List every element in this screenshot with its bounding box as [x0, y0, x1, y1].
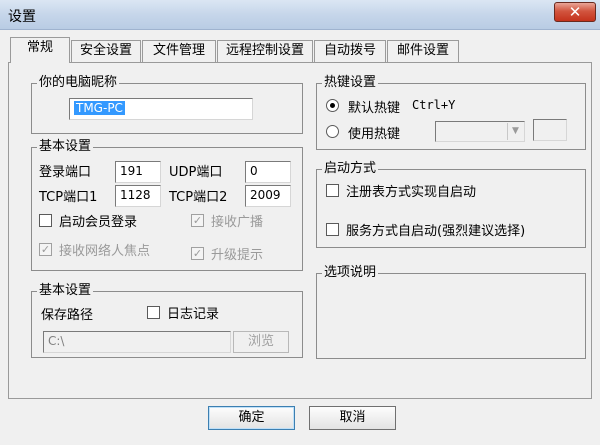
tab-security[interactable]: 安全设置: [71, 40, 141, 62]
receive-network-checkbox[interactable]: ✓: [39, 243, 52, 256]
close-icon: ✕: [568, 3, 582, 21]
tab-mail-settings[interactable]: 邮件设置: [387, 40, 459, 62]
udp-port-input[interactable]: 0: [245, 161, 291, 183]
nickname-value: TMG-PC: [74, 101, 125, 115]
tab-panel-general: 你的电脑昵称 TMG-PC 基本设置 登录端口 191 UDP端口 0 TCP端…: [8, 62, 592, 399]
basic-log-legend: 基本设置: [37, 283, 94, 298]
receive-broadcast-label: 接收广播: [211, 215, 264, 230]
title-bar: [0, 0, 600, 30]
tab-auto-dial[interactable]: 自动拨号: [314, 40, 386, 62]
default-hotkey-radio[interactable]: [326, 99, 339, 112]
save-path-input[interactable]: C:\: [43, 331, 231, 353]
login-port-label: 登录端口: [39, 165, 92, 180]
default-hotkey-value: Ctrl+Y: [412, 98, 456, 112]
options-legend: 选项说明: [322, 265, 379, 280]
tcp-port-1-input[interactable]: 1128: [115, 185, 161, 207]
upgrade-hint-checkbox[interactable]: ✓: [191, 247, 204, 260]
service-startup-checkbox[interactable]: [326, 223, 339, 236]
registry-startup-checkbox[interactable]: [326, 184, 339, 197]
member-login-label: 启动会员登录: [59, 215, 138, 230]
default-hotkey-label: 默认热键: [348, 101, 401, 116]
custom-hotkey-label: 使用热键: [348, 127, 401, 142]
tab-file-management[interactable]: 文件管理: [142, 40, 216, 62]
registry-startup-label: 注册表方式实现自启动: [346, 185, 477, 200]
save-path-label: 保存路径: [41, 308, 94, 323]
cancel-button[interactable]: 取消: [309, 406, 396, 430]
hotkey-select[interactable]: ▼: [435, 121, 525, 142]
hotkey-legend: 热键设置: [322, 75, 379, 90]
nickname-legend: 你的电脑昵称: [37, 75, 120, 90]
hotkey-key-input[interactable]: [533, 119, 567, 141]
custom-hotkey-radio[interactable]: [326, 125, 339, 138]
udp-port-label: UDP端口: [169, 165, 223, 180]
basic-ports-legend: 基本设置: [37, 139, 94, 154]
tab-general[interactable]: 常规: [10, 37, 70, 63]
log-checkbox[interactable]: [147, 306, 160, 319]
receive-network-label: 接收网络人焦点: [59, 244, 151, 259]
ok-button[interactable]: 确定: [208, 406, 295, 430]
receive-broadcast-checkbox[interactable]: ✓: [191, 214, 204, 227]
service-startup-label: 服务方式自启动(强烈建议选择): [346, 224, 526, 239]
startup-legend: 启动方式: [322, 161, 379, 176]
tcp-port-2-label: TCP端口2: [169, 190, 228, 205]
close-button[interactable]: ✕: [554, 2, 596, 22]
upgrade-hint-label: 升级提示: [211, 248, 264, 263]
chevron-down-icon: ▼: [507, 123, 523, 140]
tab-remote-control[interactable]: 远程控制设置: [217, 40, 313, 62]
tcp-port-1-label: TCP端口1: [39, 190, 98, 205]
tcp-port-2-input[interactable]: 2009: [245, 185, 291, 207]
log-label: 日志记录: [167, 307, 220, 322]
browse-button[interactable]: 浏览: [233, 331, 289, 353]
login-port-input[interactable]: 191: [115, 161, 161, 183]
nickname-input[interactable]: TMG-PC: [69, 98, 253, 120]
options-group: [316, 273, 586, 359]
member-login-checkbox[interactable]: [39, 214, 52, 227]
window-title: 设置: [8, 9, 36, 25]
